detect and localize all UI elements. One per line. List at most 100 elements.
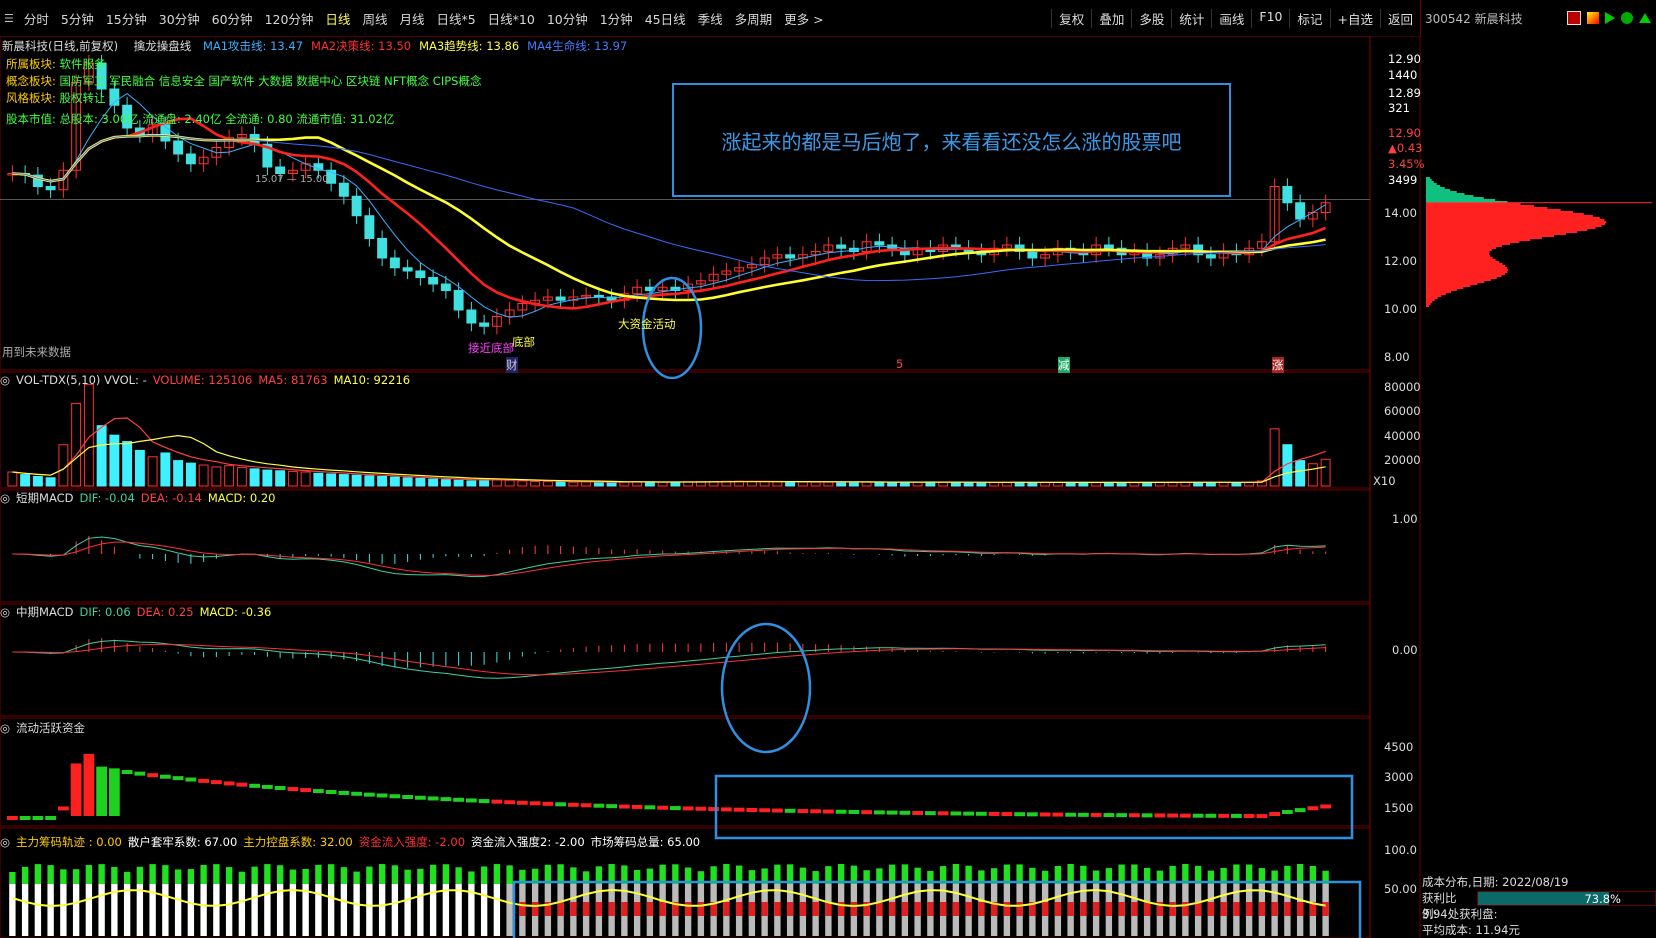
liquidity-toggle-icon[interactable]: ◎ <box>0 721 10 735</box>
period-tab-7[interactable]: 周线 <box>356 9 393 28</box>
candle-body-37 <box>479 322 490 327</box>
toolbar-button-7[interactable]: +自选 <box>1329 8 1380 28</box>
concept-value: 国防军工 军民融合 信息安全 国产软件 大数据 数据中心 区块链 NFT概念 C… <box>59 74 482 88</box>
toolbar-button-8[interactable]: 返回 <box>1379 8 1420 28</box>
liquidity-mark-60 <box>772 808 783 813</box>
vol-volume: VOLUME: 125106 <box>152 373 253 387</box>
volume-bar-17 <box>224 465 235 487</box>
candle-body-65 <box>836 244 847 249</box>
volume-bar-102 <box>1307 463 1318 487</box>
macd-short-toggle-icon[interactable]: ◎ <box>0 491 10 505</box>
play-icon[interactable] <box>1605 12 1615 24</box>
period-tab-5[interactable]: 120分钟 <box>259 9 320 28</box>
volume-bar-25 <box>326 473 337 487</box>
event-marker-rise[interactable]: 涨 <box>1272 357 1284 373</box>
vol-title: VOL-TDX(5,10) VVOL: - <box>16 373 147 387</box>
period-tab-13[interactable]: 45日线 <box>639 9 692 28</box>
liquidity-mark-11 <box>147 773 158 778</box>
macd-mid-toggle-icon[interactable]: ◎ <box>0 605 10 619</box>
candle-body-43 <box>555 296 566 301</box>
flag-icon[interactable] <box>1587 12 1599 24</box>
period-tab-15[interactable]: 多周期 <box>729 9 779 28</box>
menu-icon[interactable]: ☰ <box>4 12 14 25</box>
liquidity-mark-53 <box>682 806 694 811</box>
liquidity-mark-56 <box>721 807 732 812</box>
toolbar-button-3[interactable]: 统计 <box>1171 8 1211 28</box>
volume-bar-81 <box>1040 482 1051 487</box>
liquidity-mark-80 <box>1027 812 1038 817</box>
volume-bar-59 <box>759 481 770 487</box>
period-tab-4[interactable]: 60分钟 <box>206 9 259 28</box>
liquidity-header: ◎ 流动活跃资金 <box>0 720 91 736</box>
main-pane-header: 新晨科技(日线,前复权) 擒龙操盘线 MA1攻击线: 13.47 MA2决策线: … <box>2 38 627 54</box>
volume-bar-30 <box>389 476 400 487</box>
macd-short-macd: MACD: 0.20 <box>207 491 276 505</box>
volume-bar-27 <box>351 474 362 487</box>
liquidity-mark-23 <box>300 788 311 793</box>
toolbar-button-0[interactable]: 复权 <box>1051 8 1091 28</box>
volume-ma5-line <box>12 417 1326 484</box>
liquidity-mark-8 <box>109 768 120 816</box>
event-marker-finance[interactable]: 财 <box>506 357 518 373</box>
period-tab-3[interactable]: 30分钟 <box>153 9 206 28</box>
toolbar-button-4[interactable]: 画线 <box>1211 8 1251 28</box>
liquidity-mark-82 <box>1052 812 1064 817</box>
period-tab-6[interactable]: 日线 <box>319 9 356 28</box>
toolbar-button-5[interactable]: F10 <box>1251 8 1289 28</box>
period-tab-8[interactable]: 月线 <box>393 9 430 28</box>
green-dot-icon[interactable] <box>1621 12 1633 24</box>
toolbar-button-1[interactable]: 叠加 <box>1091 8 1131 28</box>
liquidity-mark-52 <box>670 806 681 811</box>
volume-bar-21 <box>275 470 286 487</box>
liquidity-tick-2: 1500 <box>1384 801 1414 815</box>
vol-toggle-icon[interactable]: ◎ <box>0 373 10 387</box>
liquidity-mark-21 <box>274 786 286 791</box>
liquidity-mark-98 <box>1256 814 1268 819</box>
toolbar-button-6[interactable]: 标记 <box>1289 8 1329 28</box>
liquidity-mark-34 <box>440 797 452 802</box>
price-top-value-6: 3.45% <box>1388 157 1425 171</box>
event-marker-five[interactable]: 5 <box>896 357 903 371</box>
period-tab-14[interactable]: 季线 <box>692 9 729 28</box>
macd-mid-tick: 0.00 <box>1392 643 1418 657</box>
liquidity-mark-51 <box>657 805 668 810</box>
liquidity-mark-49 <box>631 804 643 809</box>
candle-body-31 <box>402 267 413 272</box>
period-tab-11[interactable]: 10分钟 <box>541 9 594 28</box>
volume-bar-31 <box>402 477 413 487</box>
vol-ma5: MA5: 81763 <box>258 373 328 387</box>
liquidity-mark-12 <box>160 774 171 779</box>
up-triangle-icon[interactable] <box>1639 13 1651 23</box>
profit-line3: 3.94处获利盘: <box>1422 907 1498 921</box>
volume-bar-70 <box>899 481 910 487</box>
cost-distribution-panel: 成本分布,日期: 2022/08/19 获利比例: 73.8% 3.94处获利盘… <box>1422 874 1656 938</box>
event-marker-reduce[interactable]: 减 <box>1058 357 1070 373</box>
period-tab-16[interactable]: 更多 > <box>778 9 829 28</box>
period-tab-2[interactable]: 15分钟 <box>100 9 153 28</box>
annotation-note-text: 涨起来的都是马后炮了，来看看还没怎么涨的股票吧 <box>721 129 1182 154</box>
volume-bar-24 <box>313 472 324 487</box>
macd-short-dif: DIF: -0.04 <box>79 491 135 505</box>
liquidity-mark-35 <box>453 797 464 802</box>
liquidity-mark-69 <box>886 810 898 815</box>
volume-bar-103 <box>1320 458 1331 487</box>
chip-toggle-icon[interactable]: ◎ <box>0 835 10 849</box>
vol-tick-3: 20000 <box>1384 453 1421 467</box>
close-square-icon[interactable] <box>1567 11 1581 25</box>
period-tab-0[interactable]: 分时 <box>18 9 55 28</box>
liquidity-mark-28 <box>364 792 375 797</box>
volume-bar-60 <box>772 481 783 487</box>
period-tab-9[interactable]: 日线*5 <box>430 9 481 28</box>
avg-cost: 平均成本: 11.94元 <box>1422 923 1520 937</box>
candle-body-27 <box>351 195 362 217</box>
period-tab-12[interactable]: 1分钟 <box>594 9 639 28</box>
candle-body-3 <box>45 186 56 191</box>
volume-bar-12 <box>160 452 171 487</box>
toolbar-button-2[interactable]: 多股 <box>1131 8 1171 28</box>
volume-bar-9 <box>122 441 133 487</box>
period-tab-1[interactable]: 5分钟 <box>55 9 100 28</box>
liquidity-mark-2 <box>32 816 44 820</box>
price-tick-2: 10.00 <box>1384 302 1417 316</box>
period-tab-10[interactable]: 日线*10 <box>482 9 541 28</box>
liquidity-mark-101 <box>1294 808 1306 813</box>
